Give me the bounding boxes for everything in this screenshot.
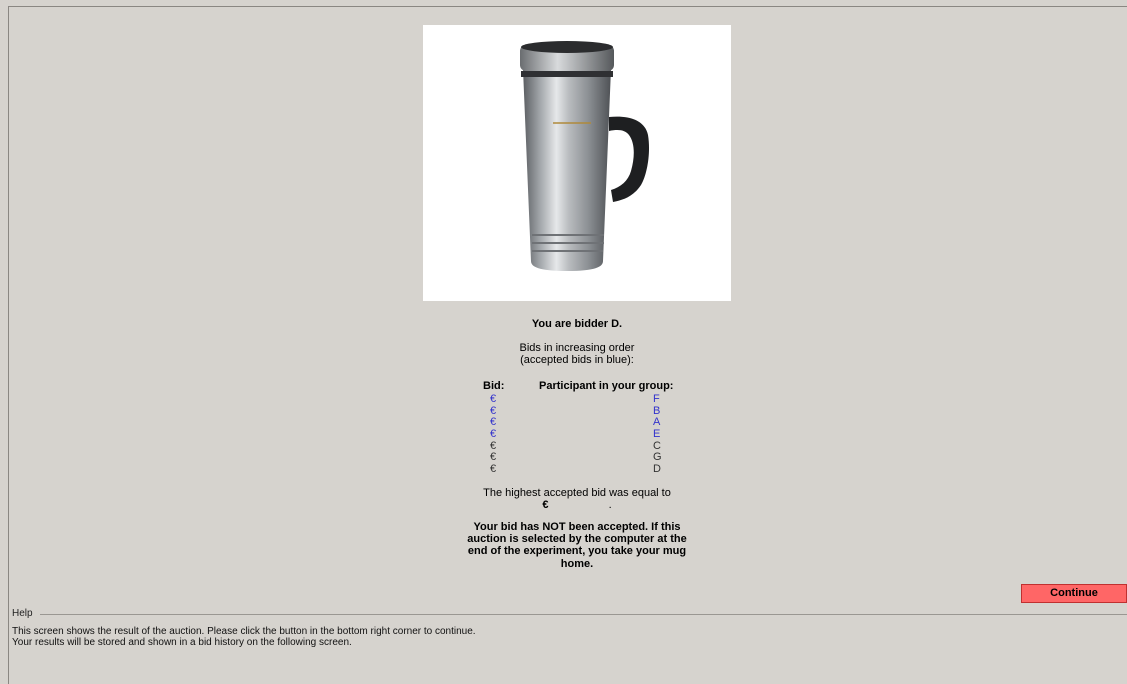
- participant-column-header: Participant in your group:: [539, 380, 674, 392]
- travel-mug-image: [520, 41, 650, 271]
- highest-bid-amount: €: [542, 499, 549, 511]
- help-divider: [40, 614, 1127, 615]
- result-message: Your bid has NOT been accepted. If this …: [467, 521, 687, 570]
- help-text: This screen shows the result of the auct…: [12, 626, 476, 648]
- bid-row: € A: [490, 417, 670, 429]
- highest-bid-suffix: .: [608, 499, 612, 511]
- bidder-identity: You are bidder D.: [531, 318, 623, 330]
- continue-button[interactable]: Continue: [1021, 584, 1127, 603]
- bid-row: € D: [490, 463, 670, 476]
- bid-amount: €: [490, 463, 497, 476]
- bid-amount: €: [490, 428, 497, 441]
- product-image: [423, 25, 731, 301]
- bid-order-heading-line-1: Bids in increasing order: [519, 342, 635, 354]
- bid-participant: E: [653, 428, 661, 441]
- help-line-1: This screen shows the result of the auct…: [12, 626, 476, 637]
- highest-bid-info: The highest accepted bid was equal to € …: [427, 487, 727, 511]
- help-label: Help: [12, 608, 33, 619]
- bid-row: € C: [490, 440, 670, 453]
- highest-bid-label: The highest accepted bid was equal to: [483, 487, 671, 499]
- bid-row: € F: [490, 393, 670, 406]
- bids-table: € F € B € A € E € C € G € D: [490, 393, 670, 476]
- bid-participant: D: [653, 463, 661, 476]
- bid-row: € G: [490, 452, 670, 464]
- bid-row: € B: [490, 405, 670, 418]
- auction-summary: You are bidder D. Bids in increasing ord…: [427, 318, 727, 366]
- bid-order-heading-line-2: (accepted bids in blue):: [520, 354, 634, 366]
- help-line-2: Your results will be stored and shown in…: [12, 637, 352, 648]
- bid-row: € E: [490, 428, 670, 441]
- bid-column-header: Bid:: [483, 380, 505, 392]
- bid-participant: F: [653, 393, 660, 405]
- bid-amount: €: [490, 393, 497, 405]
- bid-order-heading: Bids in increasing order (accepted bids …: [427, 342, 727, 366]
